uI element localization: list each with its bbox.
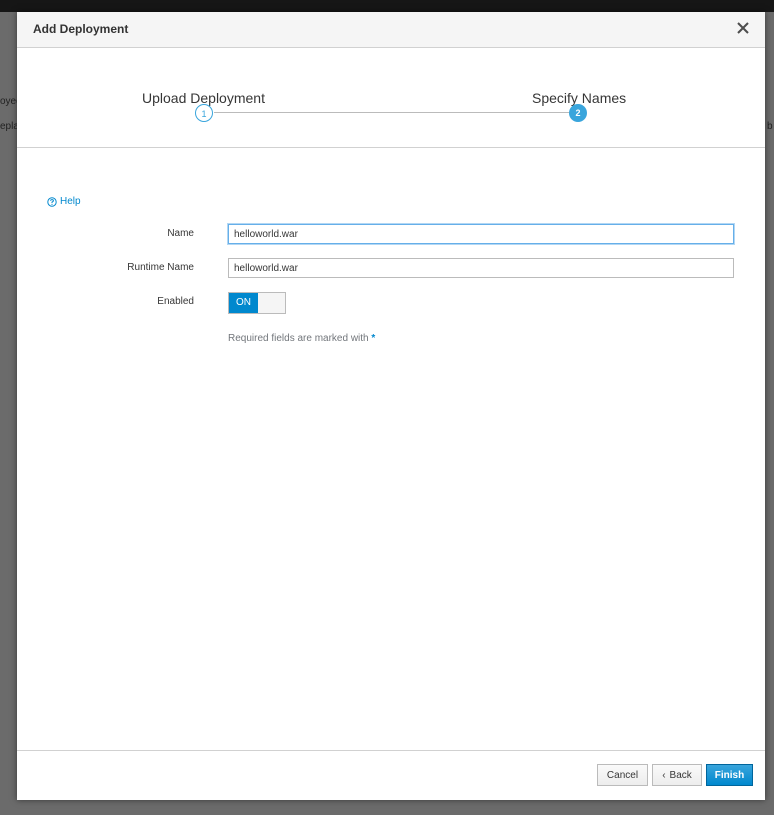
required-marker: * — [371, 333, 376, 344]
dialog-title: Add Deployment — [33, 22, 129, 36]
finish-button[interactable]: Finish — [706, 764, 753, 786]
back-label: Back — [669, 769, 692, 781]
enabled-toggle[interactable]: ON — [228, 292, 286, 314]
add-deployment-dialog: Add Deployment Upload Deployment Specify… — [17, 12, 765, 800]
required-note-text: Required fields are marked with — [228, 333, 369, 344]
close-button[interactable] — [735, 20, 751, 36]
step-connector — [214, 112, 578, 113]
toggle-on-label: ON — [229, 293, 258, 313]
step-2-indicator[interactable]: 2 — [569, 104, 587, 122]
name-label: Name — [167, 228, 194, 239]
runtime-name-label: Runtime Name — [127, 262, 194, 273]
wizard-steps: Upload Deployment Specify Names 1 2 — [17, 48, 765, 148]
name-input[interactable] — [228, 224, 734, 244]
help-link[interactable]: Help — [47, 196, 81, 207]
dialog-footer: Cancel ‹ Back Finish — [17, 750, 765, 801]
enabled-label: Enabled — [157, 296, 194, 307]
required-fields-note: Required fields are marked with * — [228, 333, 375, 344]
dialog-header: Add Deployment — [17, 12, 765, 48]
app-top-bar — [0, 0, 774, 12]
background-text: b — [767, 121, 773, 132]
step-1-indicator[interactable]: 1 — [195, 104, 213, 122]
chevron-left-icon: ‹ — [662, 769, 666, 781]
close-icon — [737, 22, 749, 34]
runtime-name-input[interactable] — [228, 258, 734, 278]
cancel-button[interactable]: Cancel — [597, 764, 648, 786]
help-label: Help — [60, 196, 81, 207]
back-button[interactable]: ‹ Back — [652, 764, 702, 786]
question-circle-icon — [47, 196, 57, 207]
